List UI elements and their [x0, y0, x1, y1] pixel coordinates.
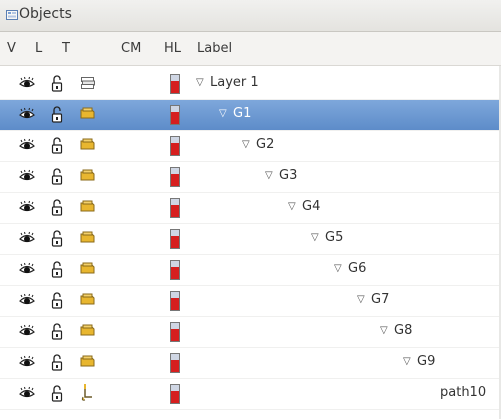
layer-stack-icon	[80, 76, 96, 94]
expand-triangle-icon[interactable]: ▽	[380, 325, 394, 336]
expand-triangle-icon[interactable]: ▽	[403, 356, 417, 367]
tree-node-label-cell[interactable]: ▽ G6	[334, 261, 366, 279]
visibility-toggle-eye-icon[interactable]	[19, 200, 35, 218]
tree-row[interactable]: ▽ G8	[0, 317, 501, 348]
expand-triangle-icon[interactable]: ▽	[357, 294, 371, 305]
tree-node-label: G5	[325, 230, 344, 245]
column-header-clip-mask[interactable]: CM	[121, 41, 141, 56]
tree-node-label: G4	[302, 199, 321, 214]
tree-node-label-cell[interactable]: ▽ G2	[242, 137, 274, 155]
visibility-toggle-eye-icon[interactable]	[19, 169, 35, 187]
visibility-toggle-eye-icon[interactable]	[19, 293, 35, 311]
expand-triangle-icon[interactable]: ▽	[219, 108, 233, 119]
group-folder-icon	[80, 138, 96, 154]
group-folder-icon	[80, 324, 96, 340]
expand-triangle-icon[interactable]: ▽	[311, 232, 325, 243]
highlight-color-swatch-icon[interactable]	[170, 198, 180, 222]
highlight-color-swatch-icon[interactable]	[170, 74, 180, 98]
lock-toggle-unlocked-padlock-icon[interactable]	[51, 323, 63, 344]
objects-panel-icon	[6, 9, 18, 21]
group-folder-icon	[80, 355, 96, 371]
tree-node-label-cell[interactable]: ▽ Layer 1	[196, 75, 259, 93]
tree-node-label: G7	[371, 292, 390, 307]
tree-node-label-cell[interactable]: ▽ G4	[288, 199, 320, 217]
group-folder-icon	[80, 231, 96, 247]
tree-node-label-cell[interactable]: ▽ G5	[311, 230, 343, 248]
lock-toggle-unlocked-padlock-icon[interactable]	[51, 106, 63, 127]
group-folder-icon	[80, 293, 96, 309]
tree-node-label-cell[interactable]: ▽ G9	[403, 354, 435, 372]
visibility-toggle-eye-icon[interactable]	[19, 324, 35, 342]
tree-node-label: Layer 1	[210, 75, 259, 90]
tree-node-label-cell[interactable]: ▽ G8	[380, 323, 412, 341]
tree-node-label-cell[interactable]: ▽ G7	[357, 292, 389, 310]
visibility-toggle-eye-icon[interactable]	[19, 355, 35, 373]
expand-triangle-icon[interactable]: ▽	[242, 139, 256, 150]
lock-toggle-unlocked-padlock-icon[interactable]	[51, 354, 63, 375]
visibility-toggle-eye-icon[interactable]	[19, 386, 35, 404]
highlight-color-swatch-icon[interactable]	[170, 260, 180, 284]
highlight-color-swatch-icon[interactable]	[170, 105, 180, 129]
lock-toggle-unlocked-padlock-icon[interactable]	[51, 168, 63, 189]
column-header-highlight[interactable]: HL	[164, 41, 181, 56]
tree-node-label: G2	[256, 137, 275, 152]
group-folder-icon	[80, 262, 96, 278]
lock-toggle-unlocked-padlock-icon[interactable]	[51, 75, 63, 96]
tree-node-label: G6	[348, 261, 367, 276]
visibility-toggle-eye-icon[interactable]	[19, 231, 35, 249]
tree-row[interactable]: ▽ G6	[0, 255, 501, 286]
expand-triangle-icon[interactable]: ▽	[288, 201, 302, 212]
visibility-toggle-eye-icon[interactable]	[19, 107, 35, 125]
group-folder-icon	[80, 169, 96, 185]
tree-row[interactable]: ▽ G5	[0, 224, 501, 255]
lock-toggle-unlocked-padlock-icon[interactable]	[51, 199, 63, 220]
objects-panel: Objects V L T CM HL Label ▽ Layer 1 ▽ G1 ▽ G2…	[0, 0, 501, 419]
tree-node-label: G3	[279, 168, 298, 183]
tree-node-label: G9	[417, 354, 436, 369]
tree-row[interactable]: ▽ G9	[0, 348, 501, 379]
expand-triangle-icon[interactable]: ▽	[334, 263, 348, 274]
highlight-color-swatch-icon[interactable]	[170, 291, 180, 315]
expand-triangle-icon[interactable]: ▽	[265, 170, 279, 181]
tree-node-label: G8	[394, 323, 413, 338]
lock-toggle-unlocked-padlock-icon[interactable]	[51, 230, 63, 251]
group-folder-icon	[80, 200, 96, 216]
lock-toggle-unlocked-padlock-icon[interactable]	[51, 385, 63, 406]
column-headers: V L T CM HL Label	[0, 32, 501, 66]
object-tree: ▽ Layer 1 ▽ G1 ▽ G2 ▽ G3 ▽ G4 ▽ G5 ▽ G6 ▽ G7 ▽ G8 ▽ G9 path1…	[0, 69, 501, 410]
highlight-color-swatch-icon[interactable]	[170, 384, 180, 408]
highlight-color-swatch-icon[interactable]	[170, 229, 180, 253]
column-header-locked[interactable]: L	[35, 41, 42, 56]
lock-toggle-unlocked-padlock-icon[interactable]	[51, 137, 63, 158]
tree-node-label-cell[interactable]: ▽ G1	[219, 106, 251, 124]
column-header-type[interactable]: T	[62, 41, 70, 56]
tree-node-label-cell[interactable]: path10	[440, 385, 486, 403]
tree-node-label: path10	[440, 385, 487, 400]
panel-title: Objects	[19, 6, 72, 22]
tree-row[interactable]: ▽ G7	[0, 286, 501, 317]
highlight-color-swatch-icon[interactable]	[170, 322, 180, 346]
lock-toggle-unlocked-padlock-icon[interactable]	[51, 261, 63, 282]
tree-node-label: G1	[233, 106, 252, 121]
group-folder-icon	[80, 107, 96, 123]
tree-node-label-cell[interactable]: ▽ G3	[265, 168, 297, 186]
lock-toggle-unlocked-padlock-icon[interactable]	[51, 292, 63, 313]
path-tool-icon	[80, 384, 94, 406]
visibility-toggle-eye-icon[interactable]	[19, 138, 35, 156]
visibility-toggle-eye-icon[interactable]	[19, 76, 35, 94]
tree-row[interactable]: ▽ G2	[0, 131, 501, 162]
tree-row[interactable]: ▽ Layer 1	[0, 69, 501, 100]
tree-row[interactable]: ▽ G1	[0, 100, 501, 131]
column-header-visible[interactable]: V	[7, 41, 16, 56]
highlight-color-swatch-icon[interactable]	[170, 353, 180, 377]
tree-row[interactable]: path10	[0, 379, 501, 410]
highlight-color-swatch-icon[interactable]	[170, 167, 180, 191]
tree-row[interactable]: ▽ G4	[0, 193, 501, 224]
expand-triangle-icon[interactable]: ▽	[196, 77, 210, 88]
column-header-label[interactable]: Label	[197, 41, 232, 56]
highlight-color-swatch-icon[interactable]	[170, 136, 180, 160]
panel-titlebar: Objects	[0, 0, 501, 32]
visibility-toggle-eye-icon[interactable]	[19, 262, 35, 280]
tree-row[interactable]: ▽ G3	[0, 162, 501, 193]
